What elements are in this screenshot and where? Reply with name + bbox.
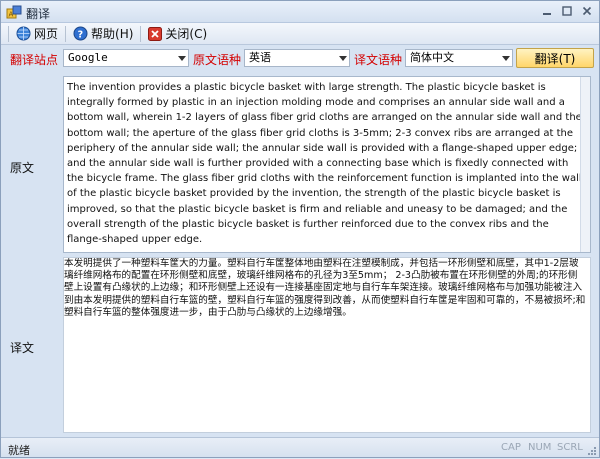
toolbar-separator	[8, 25, 9, 42]
close-button[interactable]: 关闭(C)	[144, 24, 211, 44]
site-select-value: Google	[68, 51, 108, 64]
target-lang-select[interactable]: 简体中文	[405, 49, 513, 67]
site-label: 翻译站点	[10, 53, 59, 67]
title-bar[interactable]: A 翻译	[1, 1, 599, 23]
toolbar-separator	[65, 25, 67, 42]
source-textbox[interactable]: The invention provides a plastic bicycle…	[63, 76, 591, 253]
close-icon[interactable]	[579, 4, 595, 18]
target-textbox[interactable]: 本发明提供了一种塑料车筐大的力量。塑料自行车筐整体地由塑料在注塑模制成，并包括一…	[63, 257, 591, 433]
window-controls	[539, 4, 595, 18]
minimize-icon[interactable]	[539, 4, 555, 18]
help-icon: ?	[73, 26, 88, 41]
translate-button-label: 翻译(T)	[534, 51, 576, 66]
status-text: 就绪	[8, 444, 30, 457]
web-button-label: 网页	[34, 27, 59, 41]
source-lang-select[interactable]: 英语	[244, 49, 350, 67]
source-text: The invention provides a plastic bicycle…	[67, 82, 582, 246]
chevron-down-icon	[502, 56, 510, 61]
close-button-label: 关闭(C)	[165, 27, 208, 41]
translate-window: A 翻译 网页 ? 帮助(H) 关闭(C) 翻译站点 Google 原文语种 英…	[0, 0, 600, 458]
toolbar: 网页 ? 帮助(H) 关闭(C)	[1, 23, 599, 45]
source-lang-value: 英语	[249, 51, 271, 64]
help-button-label: 帮助(H)	[91, 27, 134, 41]
close-red-icon	[148, 26, 163, 41]
target-text: 本发明提供了一种塑料车筐大的力量。塑料自行车筐整体地由塑料在注塑模制成，并包括一…	[64, 258, 586, 318]
globe-icon	[16, 26, 31, 41]
web-button[interactable]: 网页	[12, 24, 62, 44]
app-icon: A	[6, 4, 22, 20]
maximize-icon[interactable]	[559, 4, 575, 18]
help-button[interactable]: ? 帮助(H)	[69, 24, 137, 44]
svg-text:?: ?	[78, 29, 84, 40]
source-lang-label: 原文语种	[193, 53, 242, 67]
options-row: 翻译站点 Google 原文语种 英语 译文语种 简体中文 翻译(T)	[1, 48, 599, 68]
chevron-down-icon	[339, 56, 347, 61]
target-label: 译文	[10, 341, 35, 355]
target-lang-value: 简体中文	[410, 51, 454, 64]
cap-indicator: CAP	[501, 442, 521, 453]
site-select[interactable]: Google	[63, 49, 189, 67]
source-scrollbar[interactable]	[580, 77, 590, 252]
num-indicator: NUM	[528, 442, 552, 453]
window-title: 翻译	[26, 7, 51, 21]
resize-grip-icon[interactable]	[587, 445, 597, 455]
chevron-down-icon	[178, 56, 186, 61]
translate-button[interactable]: 翻译(T)	[516, 48, 594, 68]
scrl-indicator: SCRL	[557, 442, 583, 453]
status-bar: 就绪 CAP NUM SCRL	[1, 437, 599, 457]
toolbar-separator	[140, 25, 142, 42]
target-lang-label: 译文语种	[354, 53, 403, 67]
source-label: 原文	[10, 161, 35, 175]
